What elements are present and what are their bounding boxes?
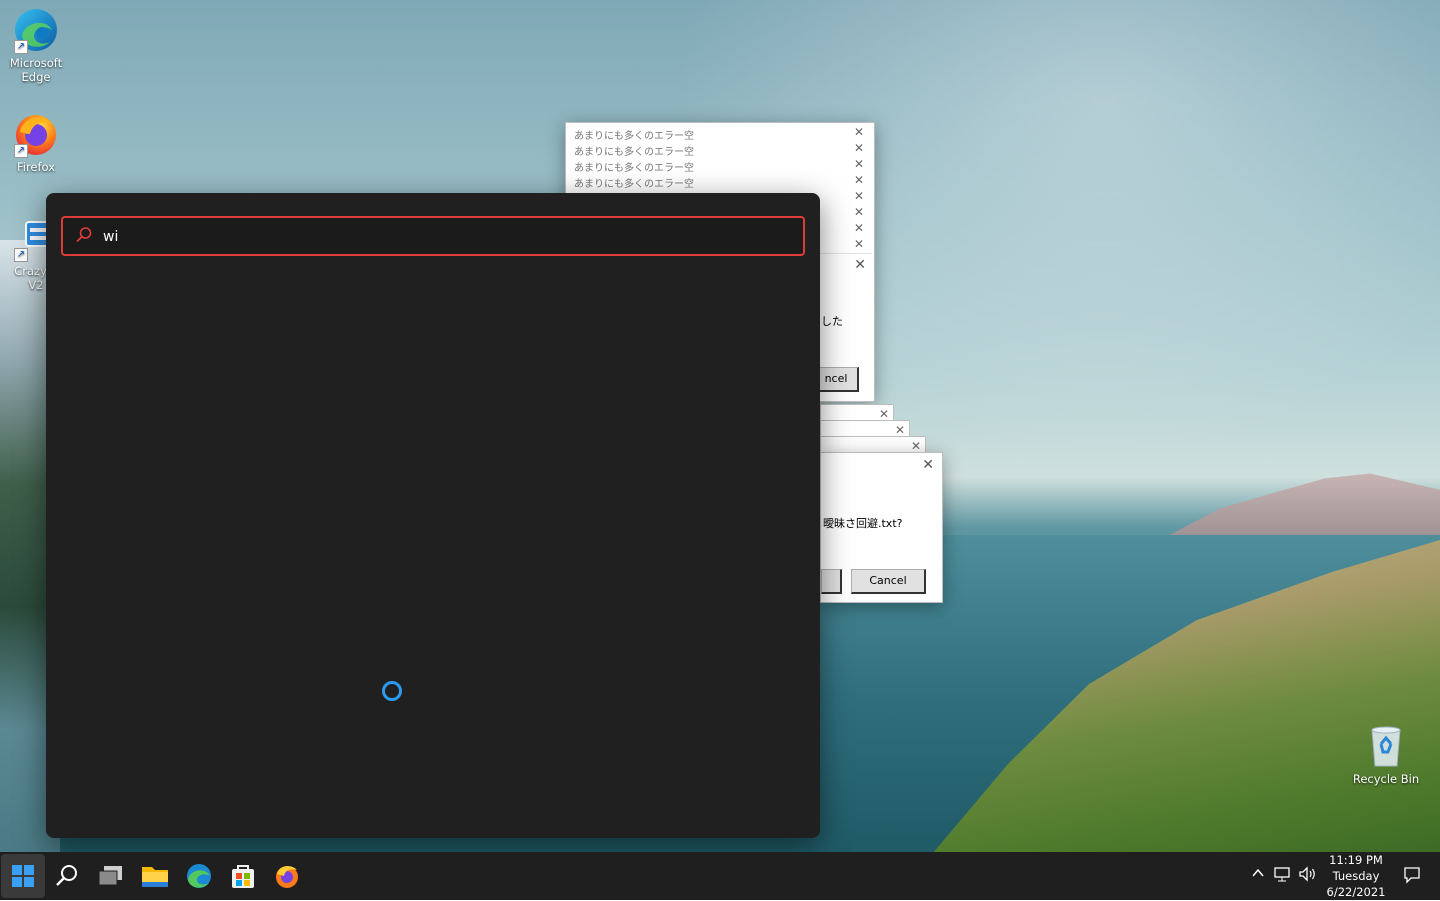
start-button[interactable] <box>1 854 45 898</box>
loading-spinner-icon <box>382 681 402 701</box>
chevron-up-icon[interactable] <box>1251 866 1265 884</box>
dialog-cancel-button[interactable]: ncel <box>814 367 859 392</box>
search-icon <box>76 227 92 243</box>
close-icon[interactable]: ✕ <box>911 439 921 453</box>
file-explorer-button[interactable] <box>133 854 177 898</box>
close-icon[interactable]: ✕ <box>854 125 864 139</box>
clock-date: 6/22/2021 <box>1326 885 1386 899</box>
taskbar-search-button[interactable] <box>45 854 89 898</box>
task-view-icon <box>98 866 122 886</box>
stacked-dialog-titlebar[interactable]: あまりにも多くのエラー空 ✕ <box>566 173 872 190</box>
stacked-dialog-titlebar[interactable]: あまりにも多くのエラー空 ✕ <box>566 125 872 142</box>
search-input[interactable] <box>101 223 795 251</box>
dialog-title: あまりにも多くのエラー空 <box>574 179 694 190</box>
recycle-bin-icon <box>1362 722 1410 770</box>
volume-icon[interactable] <box>1298 866 1318 886</box>
close-icon[interactable]: ✕ <box>854 257 866 273</box>
dialog-title: あまりにも多くのエラー空 <box>574 147 694 158</box>
edge-icon: ↗ <box>12 6 60 54</box>
search-box[interactable] <box>61 216 805 256</box>
notification-icon[interactable] <box>1403 866 1421 888</box>
dialog-title: あまりにも多くのエラー空 <box>574 131 694 142</box>
dialog-text: した <box>821 315 843 328</box>
stacked-dialog-titlebar[interactable]: あまりにも多くのエラー空 ✕ <box>566 157 872 174</box>
shortcut-arrow-icon: ↗ <box>14 248 28 262</box>
close-icon[interactable]: ✕ <box>854 157 864 171</box>
close-icon[interactable]: ✕ <box>854 205 864 219</box>
search-flyout <box>46 193 820 838</box>
firefox-icon <box>276 866 298 888</box>
windows-logo-icon <box>12 865 34 887</box>
stacked-dialog-titlebar[interactable]: あまりにも多くのエラー空 ✕ <box>566 141 872 158</box>
firefox-icon: ↗ <box>12 110 60 158</box>
desktop-icon-label: Edge <box>21 70 51 84</box>
desktop-icon-label: Firefox <box>16 160 56 174</box>
error-dialog-lower[interactable]: ✕ 曖昧さ回避.txt? Cancel <box>820 452 943 603</box>
folder-icon <box>142 867 168 887</box>
network-icon[interactable] <box>1274 866 1292 886</box>
taskbar-edge-button[interactable] <box>177 854 221 898</box>
store-button[interactable] <box>221 854 265 898</box>
close-icon[interactable]: ✕ <box>854 173 864 187</box>
dialog-cancel-button[interactable]: Cancel <box>851 569 926 594</box>
desktop-icon-label: Recycle Bin <box>1352 772 1420 786</box>
shortcut-arrow-icon: ↗ <box>14 40 28 54</box>
close-icon[interactable]: ✕ <box>854 189 864 203</box>
desktop-icon-firefox[interactable]: ↗ Firefox <box>0 110 72 174</box>
shortcut-arrow-icon: ↗ <box>14 144 28 158</box>
taskbar: 11:19 PM Tuesday 6/22/2021 <box>0 852 1440 900</box>
desktop-icon-edge[interactable]: ↗ Microsoft Edge <box>0 6 72 84</box>
store-bag-icon <box>232 865 254 888</box>
close-icon[interactable]: ✕ <box>879 407 889 421</box>
dialog-title: あまりにも多くのエラー空 <box>574 163 694 174</box>
desktop-icon-label: Microsoft <box>9 56 63 70</box>
close-icon[interactable]: ✕ <box>854 221 864 235</box>
dialog-text: 曖昧さ回避.txt? <box>823 517 903 530</box>
close-icon[interactable]: ✕ <box>854 237 864 251</box>
clock-time: 11:19 PM <box>1329 853 1383 867</box>
desktop-icon-recycle-bin[interactable]: Recycle Bin <box>1350 722 1422 786</box>
edge-icon <box>187 864 211 888</box>
close-icon[interactable]: ✕ <box>922 457 934 473</box>
close-icon[interactable]: ✕ <box>895 423 905 437</box>
taskbar-clock[interactable]: 11:19 PM Tuesday 6/22/2021 <box>1318 852 1394 900</box>
taskbar-firefox-button[interactable] <box>265 854 309 898</box>
clock-day: Tuesday <box>1332 869 1380 883</box>
search-icon <box>56 865 77 886</box>
task-view-button[interactable] <box>89 854 133 898</box>
close-icon[interactable]: ✕ <box>854 141 864 155</box>
dialog-ok-button[interactable] <box>821 569 842 594</box>
